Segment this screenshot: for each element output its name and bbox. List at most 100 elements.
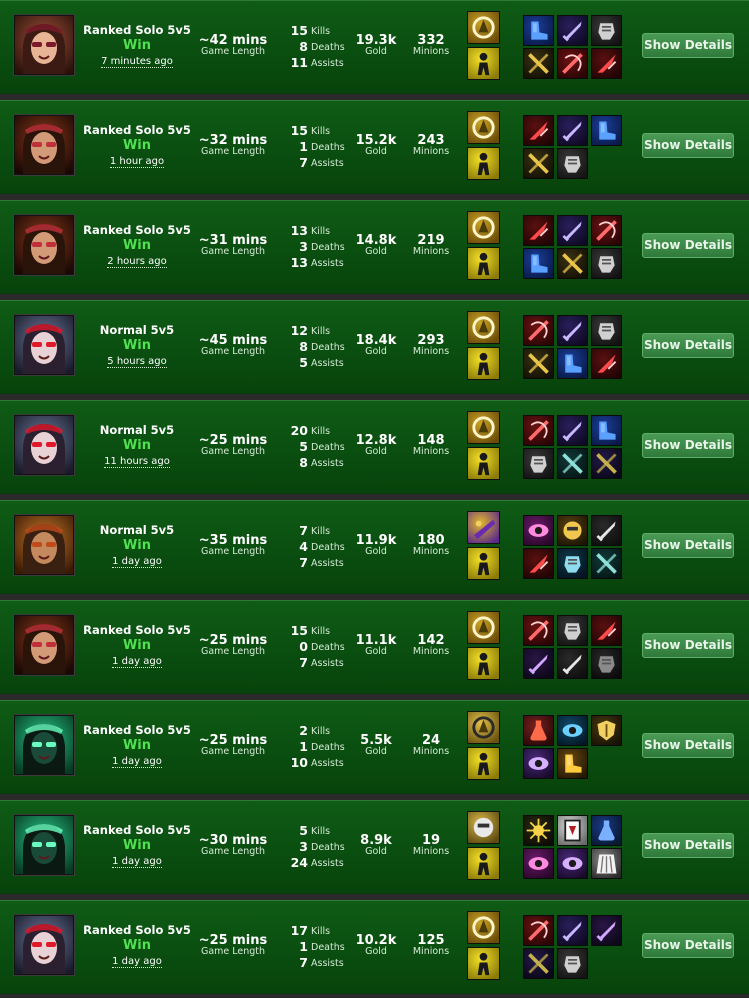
gold-helmet-icon[interactable] xyxy=(557,515,588,546)
blue-boots-icon[interactable] xyxy=(591,415,622,446)
champion-portrait-red-hat-sniper-icon[interactable] xyxy=(14,15,74,75)
heal-spell-icon[interactable] xyxy=(467,111,500,144)
silver-sword-icon[interactable] xyxy=(591,515,622,546)
red-blade-icon[interactable] xyxy=(523,215,554,246)
champion-portrait-pale-red-glasses-icon[interactable] xyxy=(14,315,74,375)
grey-gauntlet-icon[interactable] xyxy=(557,148,588,179)
purple-orb-icon[interactable] xyxy=(523,748,554,779)
flash-spell-icon[interactable] xyxy=(467,647,500,680)
purple-sword-icon[interactable] xyxy=(557,215,588,246)
gold-cross-sword-icon[interactable] xyxy=(523,348,554,379)
teal-scythe-icon[interactable] xyxy=(591,548,622,579)
heal-spell-icon[interactable] xyxy=(467,911,500,944)
black-gauntlet-icon[interactable] xyxy=(591,648,622,679)
silver-card-icon[interactable] xyxy=(557,815,588,846)
heal-spell-icon[interactable] xyxy=(467,611,500,644)
show-details-button[interactable]: Show Details xyxy=(642,833,734,858)
blue-eye-ward-icon[interactable] xyxy=(557,715,588,746)
blue-boots-icon[interactable] xyxy=(523,15,554,46)
red-blade-icon[interactable] xyxy=(523,548,554,579)
show-details-button[interactable]: Show Details xyxy=(642,133,734,158)
blue-boots-icon[interactable] xyxy=(557,348,588,379)
champion-portrait-brunette-shouting-icon[interactable] xyxy=(14,215,74,275)
flash-spell-icon[interactable] xyxy=(467,447,500,480)
grey-shield-icon[interactable] xyxy=(523,448,554,479)
red-crossbow-icon[interactable] xyxy=(523,615,554,646)
purple-sword-icon[interactable] xyxy=(557,915,588,946)
flash-spell-icon[interactable] xyxy=(467,947,500,980)
gold-cross-sword-icon[interactable] xyxy=(523,148,554,179)
red-crossbow-icon[interactable] xyxy=(523,915,554,946)
grey-gauntlet-icon[interactable] xyxy=(557,615,588,646)
flash-spell-icon[interactable] xyxy=(467,47,500,80)
gold-cross-sword-icon[interactable] xyxy=(523,48,554,79)
champion-portrait-green-wraith-icon[interactable] xyxy=(14,715,74,775)
flash-spell-icon[interactable] xyxy=(467,247,500,280)
show-details-button[interactable]: Show Details xyxy=(642,933,734,958)
purple-dagger-icon[interactable] xyxy=(523,648,554,679)
gold-sunburst-icon[interactable] xyxy=(523,815,554,846)
blue-flask-icon[interactable] xyxy=(591,815,622,846)
show-details-button[interactable]: Show Details xyxy=(642,633,734,658)
silver-cape-icon[interactable] xyxy=(591,848,622,879)
game-result: Win xyxy=(122,138,152,153)
blue-boots-icon[interactable] xyxy=(523,248,554,279)
purple-sword-icon[interactable] xyxy=(557,415,588,446)
pink-eye-icon[interactable] xyxy=(523,515,554,546)
pink-eye-icon[interactable] xyxy=(523,848,554,879)
grey-shield-icon[interactable] xyxy=(591,248,622,279)
show-details-button[interactable]: Show Details xyxy=(642,33,734,58)
red-crossbow-icon[interactable] xyxy=(557,48,588,79)
champion-portrait-red-bandana-gunner-icon[interactable] xyxy=(14,515,74,575)
champion-portrait-pale-red-glasses-icon[interactable] xyxy=(14,415,74,475)
heal-spell-icon[interactable] xyxy=(467,11,500,44)
teal-hammer-icon[interactable] xyxy=(557,548,588,579)
purple-ghost-spell-icon[interactable] xyxy=(467,511,500,544)
teal-scythe-icon[interactable] xyxy=(557,448,588,479)
gold-boots-icon[interactable] xyxy=(557,748,588,779)
purple-orb-icon[interactable] xyxy=(557,848,588,879)
heal-spell-icon[interactable] xyxy=(467,311,500,344)
champion-portrait-pale-red-glasses-icon[interactable] xyxy=(14,915,74,975)
red-crossbow-icon[interactable] xyxy=(523,415,554,446)
game-result: Win xyxy=(122,38,152,53)
purple-sword-icon[interactable] xyxy=(557,315,588,346)
heal-spell-icon[interactable] xyxy=(467,411,500,444)
red-blade-icon[interactable] xyxy=(591,348,622,379)
show-details-button[interactable]: Show Details xyxy=(642,733,734,758)
champion-portrait-brunette-shouting-icon[interactable] xyxy=(14,615,74,675)
grey-shield-icon[interactable] xyxy=(591,15,622,46)
flash-spell-icon[interactable] xyxy=(467,147,500,180)
champion-portrait-brunette-shouting-icon[interactable] xyxy=(14,115,74,175)
gold-cross-sword-icon[interactable] xyxy=(557,248,588,279)
purple-dagger-icon[interactable] xyxy=(591,915,622,946)
time-ago: 1 day ago xyxy=(112,656,162,668)
show-details-button[interactable]: Show Details xyxy=(642,233,734,258)
purple-sword-icon[interactable] xyxy=(557,15,588,46)
red-blade-icon[interactable] xyxy=(591,48,622,79)
gold-exhaust-spell-icon[interactable] xyxy=(467,811,500,844)
purple-sword-icon[interactable] xyxy=(557,115,588,146)
show-details-button[interactable]: Show Details xyxy=(642,533,734,558)
heal-spell-icon[interactable] xyxy=(467,211,500,244)
grey-gauntlet-icon[interactable] xyxy=(557,948,588,979)
red-potion-icon[interactable] xyxy=(523,715,554,746)
flash-spell-icon[interactable] xyxy=(467,747,500,780)
gold-shield-icon[interactable] xyxy=(591,715,622,746)
flash-spell-icon[interactable] xyxy=(467,847,500,880)
show-details-button[interactable]: Show Details xyxy=(642,333,734,358)
gold-ignite-spell-icon[interactable] xyxy=(467,711,500,744)
purple-cross-sword-icon[interactable] xyxy=(591,448,622,479)
flash-spell-icon[interactable] xyxy=(467,547,500,580)
show-details-button[interactable]: Show Details xyxy=(642,433,734,458)
red-blade-icon[interactable] xyxy=(523,115,554,146)
red-crossbow-icon[interactable] xyxy=(523,315,554,346)
silver-sword-icon[interactable] xyxy=(557,648,588,679)
purple-cross-sword-icon[interactable] xyxy=(523,948,554,979)
grey-shield-icon[interactable] xyxy=(591,315,622,346)
flash-spell-icon[interactable] xyxy=(467,347,500,380)
blue-boots-icon[interactable] xyxy=(591,115,622,146)
red-crossbow-icon[interactable] xyxy=(591,215,622,246)
red-blade-icon[interactable] xyxy=(591,615,622,646)
champion-portrait-green-wraith-icon[interactable] xyxy=(14,815,74,875)
